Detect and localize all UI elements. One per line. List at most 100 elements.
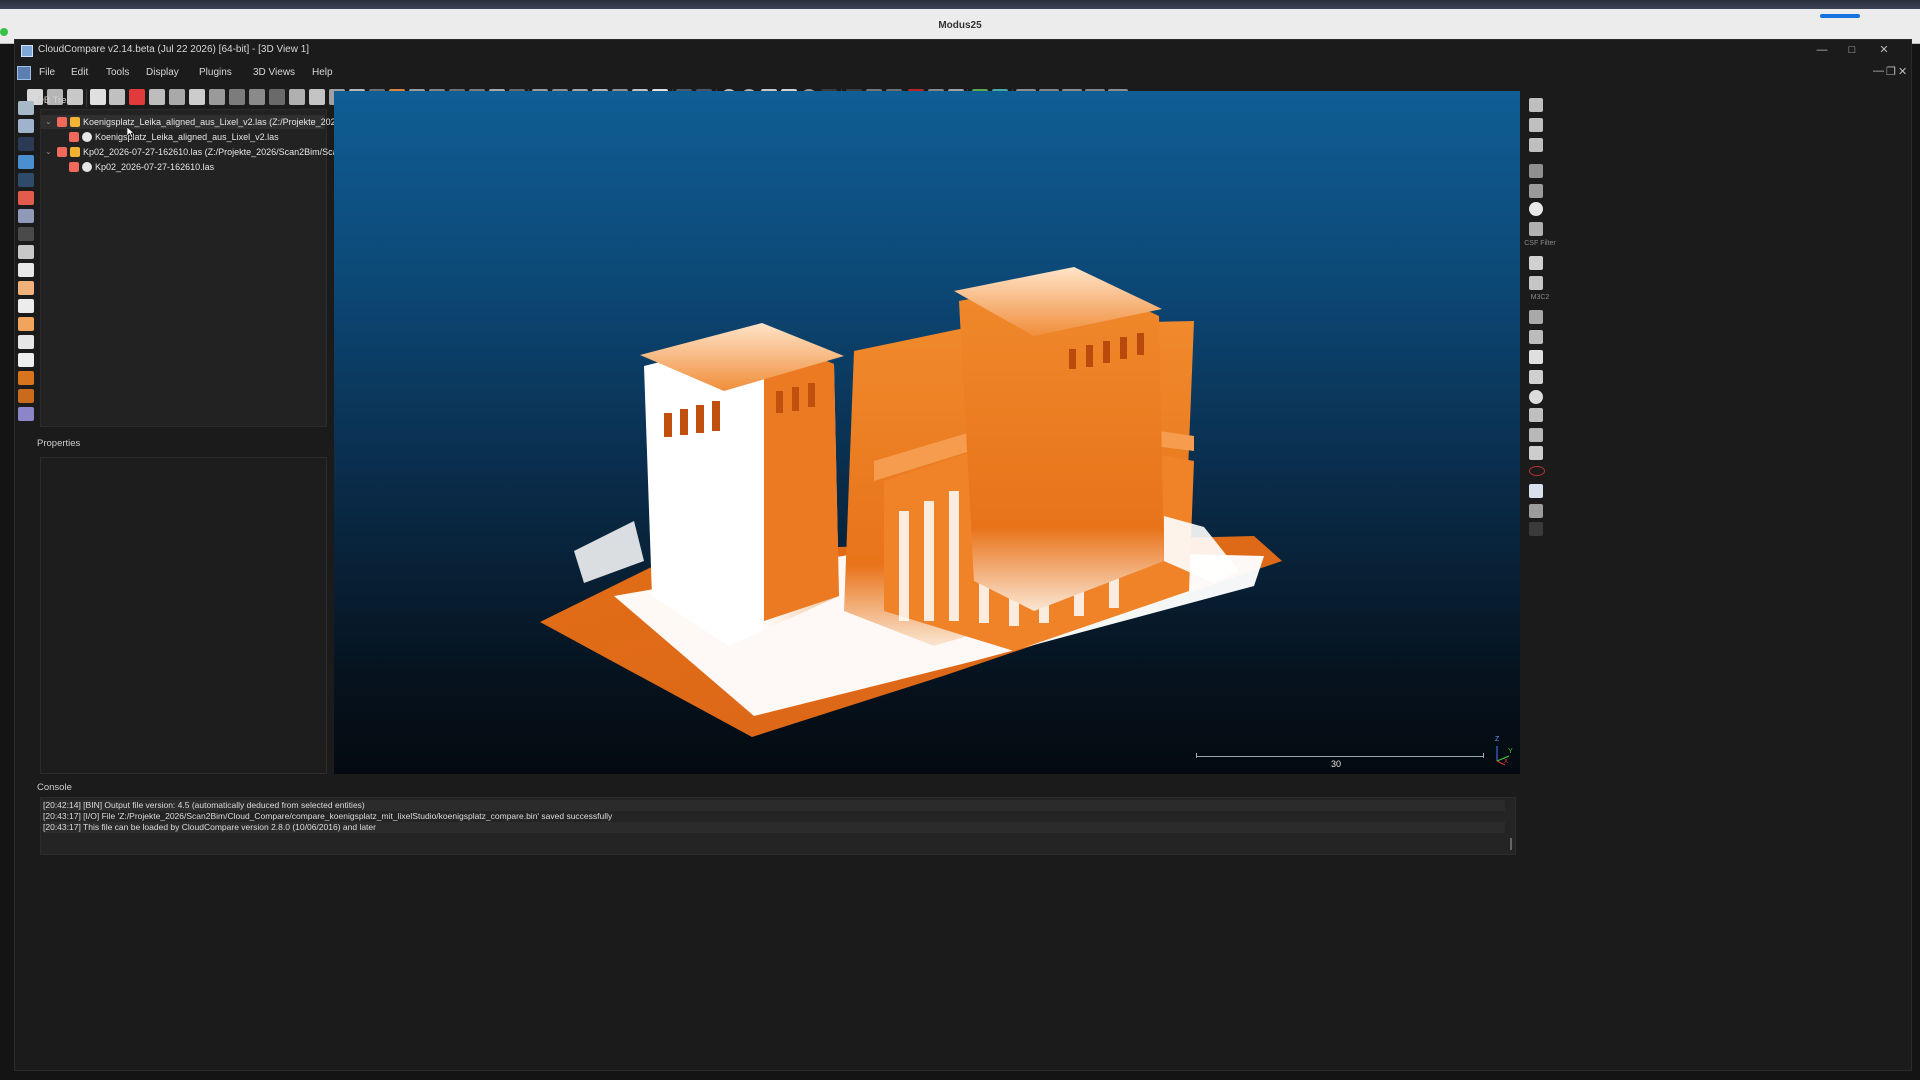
left-toolbar xyxy=(15,95,37,495)
mdi-window-icon[interactable] xyxy=(17,66,31,80)
one-to-one-icon[interactable] xyxy=(18,137,34,151)
axis-icon[interactable] xyxy=(18,173,34,187)
view-right-icon[interactable] xyxy=(18,335,34,349)
delete-icon[interactable] xyxy=(189,89,205,105)
console-line: [20:43:17] This file can be loaded by Cl… xyxy=(43,822,1505,833)
pick-point-icon[interactable] xyxy=(129,89,145,105)
checkbox[interactable] xyxy=(57,117,67,127)
plugin-icon[interactable] xyxy=(1529,138,1543,152)
subsample-icon[interactable] xyxy=(269,89,285,105)
view-top-icon[interactable] xyxy=(18,263,34,277)
iso-back-icon[interactable] xyxy=(18,389,34,403)
scale-label: 30 xyxy=(1331,759,1342,769)
axis-x-label: X xyxy=(1504,759,1509,765)
settings-icon[interactable] xyxy=(90,89,106,105)
menu-edit[interactable]: Edit xyxy=(65,63,94,83)
crosshair-icon[interactable] xyxy=(18,227,34,241)
mesh-icon[interactable] xyxy=(289,89,305,105)
view-back-icon[interactable] xyxy=(18,317,34,331)
3d-view[interactable]: 30 Z Y X xyxy=(334,91,1520,774)
map-icon[interactable] xyxy=(1529,370,1543,384)
console-scrollbar[interactable] xyxy=(1510,838,1512,850)
disabled-icon[interactable] xyxy=(1529,522,1543,536)
left-trees xyxy=(574,521,644,583)
menu-plugins[interactable]: Plugins xyxy=(193,63,238,83)
stereo-icon[interactable] xyxy=(18,407,34,421)
mdi-close-button[interactable]: ✕ xyxy=(1898,65,1907,78)
app-titlebar: CloudCompare v2.14.beta (Jul 22 2026) [6… xyxy=(15,40,1911,60)
db-tree-header: DB Tree xyxy=(37,95,72,106)
view-front-icon[interactable] xyxy=(18,281,34,295)
brush-icon[interactable] xyxy=(1529,184,1543,198)
minimize-button[interactable]: — xyxy=(1805,40,1839,60)
console-header: Console xyxy=(37,782,72,793)
mesh-icon[interactable] xyxy=(1529,428,1543,442)
menu-3d-views[interactable]: 3D Views xyxy=(247,63,301,83)
folder-icon xyxy=(70,147,80,157)
point-cloud-render[interactable] xyxy=(334,91,1520,774)
save-icon[interactable] xyxy=(1529,484,1543,498)
menu-tools[interactable]: Tools xyxy=(100,63,135,83)
camera-icon[interactable] xyxy=(18,119,34,133)
ruler-icon[interactable] xyxy=(1529,164,1543,178)
globe-icon[interactable] xyxy=(1529,390,1543,404)
checkbox[interactable] xyxy=(69,162,79,172)
checkbox[interactable] xyxy=(57,147,67,157)
tree-item-label: Kp02_2026-07-27-162610.las xyxy=(95,162,215,172)
iso-front-icon[interactable] xyxy=(18,371,34,385)
shield-icon[interactable] xyxy=(249,89,265,105)
grid-icon[interactable] xyxy=(309,89,325,105)
folder-icon xyxy=(70,117,80,127)
menubar: File Edit Tools Display Plugins 3D Views… xyxy=(15,63,1911,83)
maximize-button[interactable]: □ xyxy=(1835,40,1869,60)
axis-trihedron: Z Y X xyxy=(1491,736,1513,766)
cloud-icon xyxy=(82,132,92,142)
red-ellipse-icon[interactable] xyxy=(1529,466,1545,476)
translate-rotate-icon[interactable] xyxy=(229,89,245,105)
table-icon[interactable] xyxy=(109,89,125,105)
properties-panel xyxy=(40,457,327,774)
image-icon[interactable] xyxy=(1529,330,1543,344)
display-icon[interactable] xyxy=(18,101,34,115)
segment-icon[interactable] xyxy=(209,89,225,105)
menu-file[interactable]: File xyxy=(33,63,61,83)
close-button[interactable]: ✕ xyxy=(1867,40,1901,60)
properties-header: Properties xyxy=(37,438,81,449)
right-toolbar: CSF Filter M3C2 xyxy=(1523,98,1556,536)
mdi-restore-button[interactable]: ❐ xyxy=(1886,65,1896,78)
view-bottom-icon[interactable] xyxy=(18,353,34,367)
console-line: [20:43:17] [I/O] File 'Z:/Projekte_2026/… xyxy=(43,811,613,821)
filter-icon[interactable] xyxy=(1529,98,1543,112)
pivot-icon[interactable] xyxy=(18,191,34,205)
merge-icon[interactable] xyxy=(169,89,185,105)
host-indicator xyxy=(1820,14,1860,18)
layers-icon[interactable] xyxy=(1529,446,1543,460)
square-icon[interactable] xyxy=(1529,350,1543,364)
chevron-down-icon[interactable]: ⌄ xyxy=(45,115,52,129)
console-line: [20:42:14] [BIN] Output file version: 4.… xyxy=(43,800,1505,811)
chevron-down-icon[interactable]: ⌄ xyxy=(45,145,52,159)
plugin-icon[interactable] xyxy=(1529,118,1543,132)
shield-icon[interactable] xyxy=(1529,310,1543,324)
compass-icon[interactable] xyxy=(1529,202,1543,216)
menu-display[interactable]: Display xyxy=(140,63,185,83)
shield-icon[interactable] xyxy=(1529,222,1543,236)
view-left-icon[interactable] xyxy=(18,299,34,313)
mdi-minimize-button[interactable]: — xyxy=(1873,65,1884,77)
clone-icon[interactable] xyxy=(149,89,165,105)
checkbox[interactable] xyxy=(69,132,79,142)
menu-help[interactable]: Help xyxy=(306,63,339,83)
axis-y-label: Y xyxy=(1508,748,1513,755)
csf-filter-label: CSF Filter xyxy=(1524,240,1556,247)
axis-z-label: Z xyxy=(1495,736,1500,743)
zoom-icon[interactable] xyxy=(18,245,34,259)
phone-icon[interactable] xyxy=(1529,256,1543,270)
left-tower-side xyxy=(764,336,839,621)
tree-item[interactable]: ⌄ Koenigsplatz_Leika_aligned_aus_Lixel_v… xyxy=(41,115,394,129)
cloud-tool-icon[interactable] xyxy=(1529,504,1543,518)
lock-icon[interactable] xyxy=(18,209,34,223)
rotate-icon[interactable] xyxy=(18,155,34,169)
chat-icon[interactable] xyxy=(1529,408,1543,422)
terrain-icon[interactable] xyxy=(1529,276,1543,290)
cloud-icon xyxy=(82,162,92,172)
